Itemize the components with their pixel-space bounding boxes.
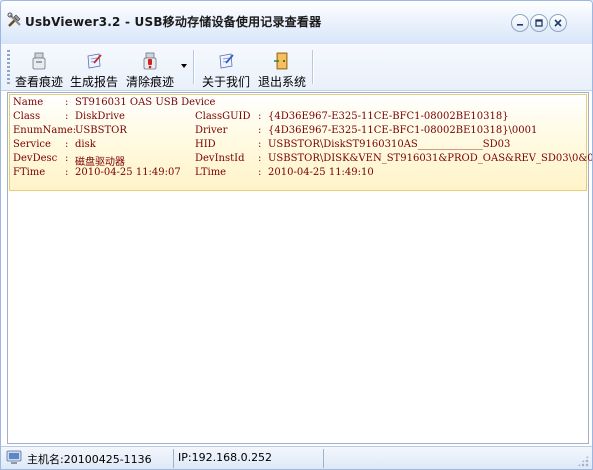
colon: : [65, 167, 69, 178]
generate-report-label: 生成报告 [69, 75, 118, 89]
colon: : [65, 97, 69, 108]
class-value: DiskDrive [75, 111, 125, 122]
clear-traces-button[interactable]: 清除痕迹 [124, 48, 176, 89]
hid-key: HID [195, 139, 216, 150]
maximize-icon [535, 19, 543, 27]
exit-label: 退出系统 [257, 75, 306, 89]
about-button[interactable]: 关于我们 [201, 48, 251, 89]
colon: : [258, 167, 262, 178]
exit-door-icon [274, 52, 288, 70]
ltime-value: 2010-04-25 11:49:10 [268, 167, 374, 178]
toolbar-grip[interactable] [7, 50, 10, 86]
status-divider [323, 449, 324, 468]
devinstid-value: USBSTOR\DISK&VEN_ST916031&PROD_OAS&REV_S… [268, 153, 593, 164]
close-button[interactable] [549, 14, 567, 32]
devdesc-key: DevDesc [13, 153, 58, 164]
app-window: UsbViewer3.2 - USB移动存储设备使用记录查看器 查看痕迹 生成报… [0, 0, 593, 470]
usb-record-item[interactable]: Name : ST916031 OAS USB Device Class : D… [9, 94, 592, 191]
generate-report-button[interactable]: 生成报告 [69, 48, 119, 89]
view-traces-button[interactable]: 查看痕迹 [14, 48, 64, 89]
colon: : [65, 153, 69, 164]
clear-traces-label: 清除痕迹 [125, 75, 174, 89]
colon: : [258, 153, 262, 164]
devinstid-key: DevInstId [195, 153, 245, 164]
status-bar: 主机名:20100425-1136 IP:192.168.0.252 [1, 446, 592, 469]
service-value: disk [75, 139, 96, 150]
classguid-key: ClassGUID [195, 111, 251, 122]
minimize-icon [517, 24, 523, 26]
record-list[interactable]: Name : ST916031 OAS USB Device Class : D… [7, 92, 592, 444]
usb-drive-icon [32, 52, 46, 70]
resize-grip[interactable] [577, 455, 589, 467]
title-bar[interactable]: UsbViewer3.2 - USB移动存储设备使用记录查看器 [1, 1, 592, 44]
maximize-button[interactable] [530, 14, 548, 32]
enumname-key: EnumName: [13, 125, 77, 136]
ltime-key: LTime [195, 167, 227, 178]
colon: : [258, 139, 262, 150]
about-icon [219, 53, 234, 69]
computer-icon [5, 450, 23, 469]
colon: : [65, 111, 69, 122]
driver-key: Driver [195, 125, 228, 136]
ip-text: IP:192.168.0.252 [178, 451, 273, 464]
about-label: 关于我们 [201, 75, 250, 89]
enumname-value: USBSTOR [75, 125, 127, 136]
driver-value: {4D36E967-E325-11CE-BFC1-08002BE10318}\0… [268, 125, 538, 136]
status-divider [173, 449, 174, 468]
colon: : [258, 111, 262, 122]
view-traces-label: 查看痕迹 [14, 75, 63, 89]
toolbar-separator [312, 50, 313, 84]
minimize-button[interactable] [511, 14, 529, 32]
close-icon [554, 19, 562, 27]
report-icon [87, 53, 102, 69]
exit-button[interactable]: 退出系统 [256, 48, 308, 89]
window-title: UsbViewer3.2 - USB移动存储设备使用记录查看器 [25, 15, 322, 29]
hid-value: USBSTOR\DiskST9160310AS_____________SD03 [268, 139, 511, 150]
classguid-value: {4D36E967-E325-11CE-BFC1-08002BE10318} [268, 111, 509, 122]
name-key: Name [13, 97, 44, 108]
clear-traces-dropdown-icon[interactable] [181, 64, 187, 68]
devdesc-value: 磁盘驱动器 [75, 157, 125, 168]
toolbar-separator [193, 50, 194, 84]
hostname-text: 主机名:20100425-1136 [27, 453, 152, 466]
colon: : [65, 139, 69, 150]
colon: : [258, 125, 262, 136]
ftime-value: 2010-04-25 11:49:07 [75, 167, 181, 178]
name-value: ST916031 OAS USB Device [75, 97, 216, 108]
service-key: Service [13, 139, 51, 150]
tools-icon [7, 12, 23, 28]
usb-clear-icon [143, 52, 157, 70]
class-key: Class [13, 111, 41, 122]
toolbar: 查看痕迹 生成报告 清除痕迹 关于我们 退出系统 [1, 44, 592, 91]
ftime-key: FTime [13, 167, 46, 178]
